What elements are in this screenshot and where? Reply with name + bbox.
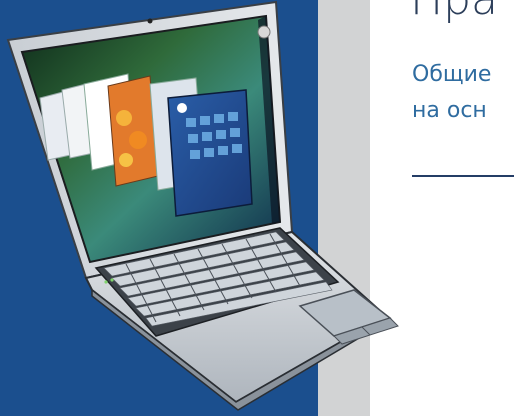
slide: Пра Общие на осн <box>0 0 514 416</box>
laptop-illustration <box>6 0 399 411</box>
status-light-icon <box>110 278 114 282</box>
webcam-icon <box>147 18 153 24</box>
clock-gadget-icon <box>257 25 271 39</box>
status-light-icon <box>104 280 108 284</box>
